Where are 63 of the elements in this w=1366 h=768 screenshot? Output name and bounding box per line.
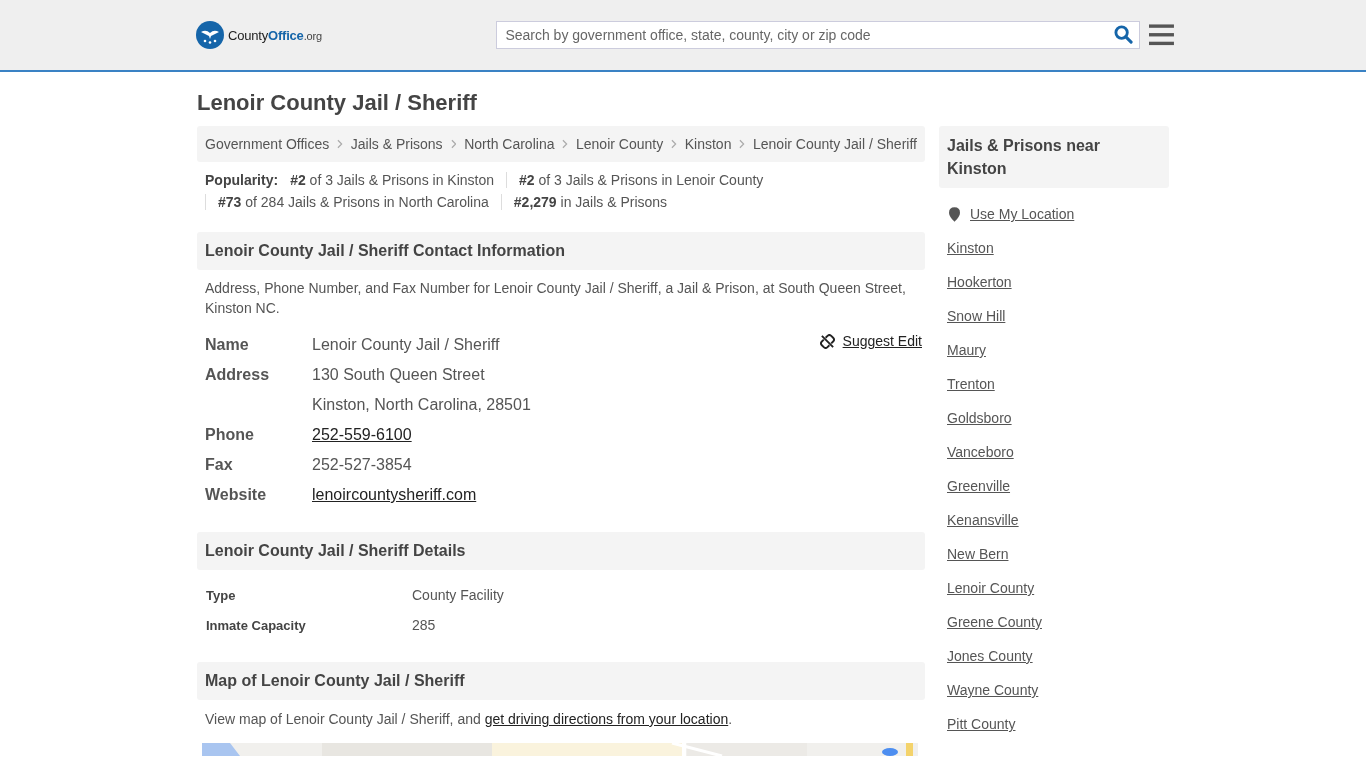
nearby-link[interactable]: Lenoir County [947,580,1035,596]
field-label: Website [205,486,268,504]
nearby-link[interactable]: Greenville [947,478,1011,494]
breadcrumb-link[interactable]: North Carolina [464,136,555,152]
field-label: Phone [205,426,255,444]
field-link[interactable]: lenoircountysheriff.com [312,486,477,504]
menu-icon[interactable] [1149,24,1174,46]
field-value: 130 South Queen Street [312,366,485,384]
nearby-link[interactable]: Kenansville [947,512,1019,528]
section-heading: Map of Lenoir County Jail / Sheriff [197,662,925,700]
popularity-label: Popularity: [205,172,279,188]
chevron-right-icon [671,139,677,149]
map-description: View map of Lenoir County Jail / Sheriff, and get driving directions from your location. [205,710,734,729]
nearby-link[interactable]: Greene County [947,614,1042,630]
nearby-link[interactable]: Hookerton [947,274,1012,290]
breadcrumb-link[interactable]: Jails & Prisons [350,136,443,152]
nearby-link[interactable]: Pitt County [947,716,1016,732]
search-field[interactable]: Search by government office, state, county, city or zip code [496,21,1141,49]
popularity-rank: #2 of 3 Jails & Prisons in Lenoir County [506,172,776,188]
popularity-rank: #2,279 in Jails & Prisons [500,194,680,210]
nearby-link[interactable]: Vanceboro [947,444,1014,460]
field-value: Lenoir County Jail / Sheriff [312,336,500,354]
nearby-link[interactable]: New Bern [947,546,1009,562]
field-value: 252-527-3854 [312,456,412,474]
section-heading: Lenoir County Jail / Sheriff Contact Information [197,232,925,270]
breadcrumb-link[interactable]: Kinston [684,136,732,152]
page-title: Lenoir County Jail / Sheriff [197,90,478,116]
site-logo[interactable]: CountyOffice.org [196,21,497,49]
popularity-rank: #73 of 284 Jails & Prisons in North Carolina [205,194,501,210]
search-icon[interactable] [1114,25,1134,44]
breadcrumb-link[interactable]: Lenoir County [576,136,664,152]
field-value: 285 [412,617,436,633]
sidebar-heading: Jails & Prisons near Kinston [939,126,1169,188]
chevron-right-icon [562,139,568,149]
field-label: Inmate Capacity [206,617,307,633]
popularity-rank: #2 of 3 Jails & Prisons in Kinston [290,172,495,188]
nearby-link[interactable]: Wayne County [947,682,1039,698]
section-heading: Lenoir County Jail / Sheriff Details [197,532,925,570]
field-link[interactable]: 252-559-6100 [312,426,412,444]
nearby-link[interactable]: Maury [947,342,986,358]
nearby-link[interactable]: Jones County [947,648,1033,664]
field-value: Kinston, North Carolina, 28501 [312,396,531,414]
chevron-right-icon [337,139,343,149]
eagle-seal-icon [196,21,224,49]
field-label: Fax [205,456,234,474]
use-location-link[interactable]: Use My Location [949,206,1169,222]
nearby-link[interactable]: Snow Hill [947,308,1006,324]
nearby-link[interactable]: Kinston [947,240,994,256]
chevron-right-icon [450,139,457,149]
logo-text: CountyOffice.org [228,27,322,43]
breadcrumb-link[interactable]: Government Offices [205,136,330,152]
field-label: Address [205,366,271,384]
nearby-link[interactable]: Trenton [947,376,995,392]
field-value: County Facility [412,587,504,603]
field-label: Name [205,336,250,354]
chevron-right-icon [739,139,745,149]
description-text: Address, Phone Number, and Fax Number for Lenoir County Jail / Sheriff, a Jail & Prison, at South Queen Street, Kinston NC. [205,279,907,318]
broken-link-icon [819,333,835,349]
nearby-link[interactable]: Goldsboro [947,410,1012,426]
field-label: Type [206,587,237,603]
map-pin-icon [949,206,960,222]
suggest-edit-link[interactable]: Suggest Edit [819,333,922,349]
breadcrumb-link[interactable]: Lenoir County Jail / Sheriff [753,136,917,152]
